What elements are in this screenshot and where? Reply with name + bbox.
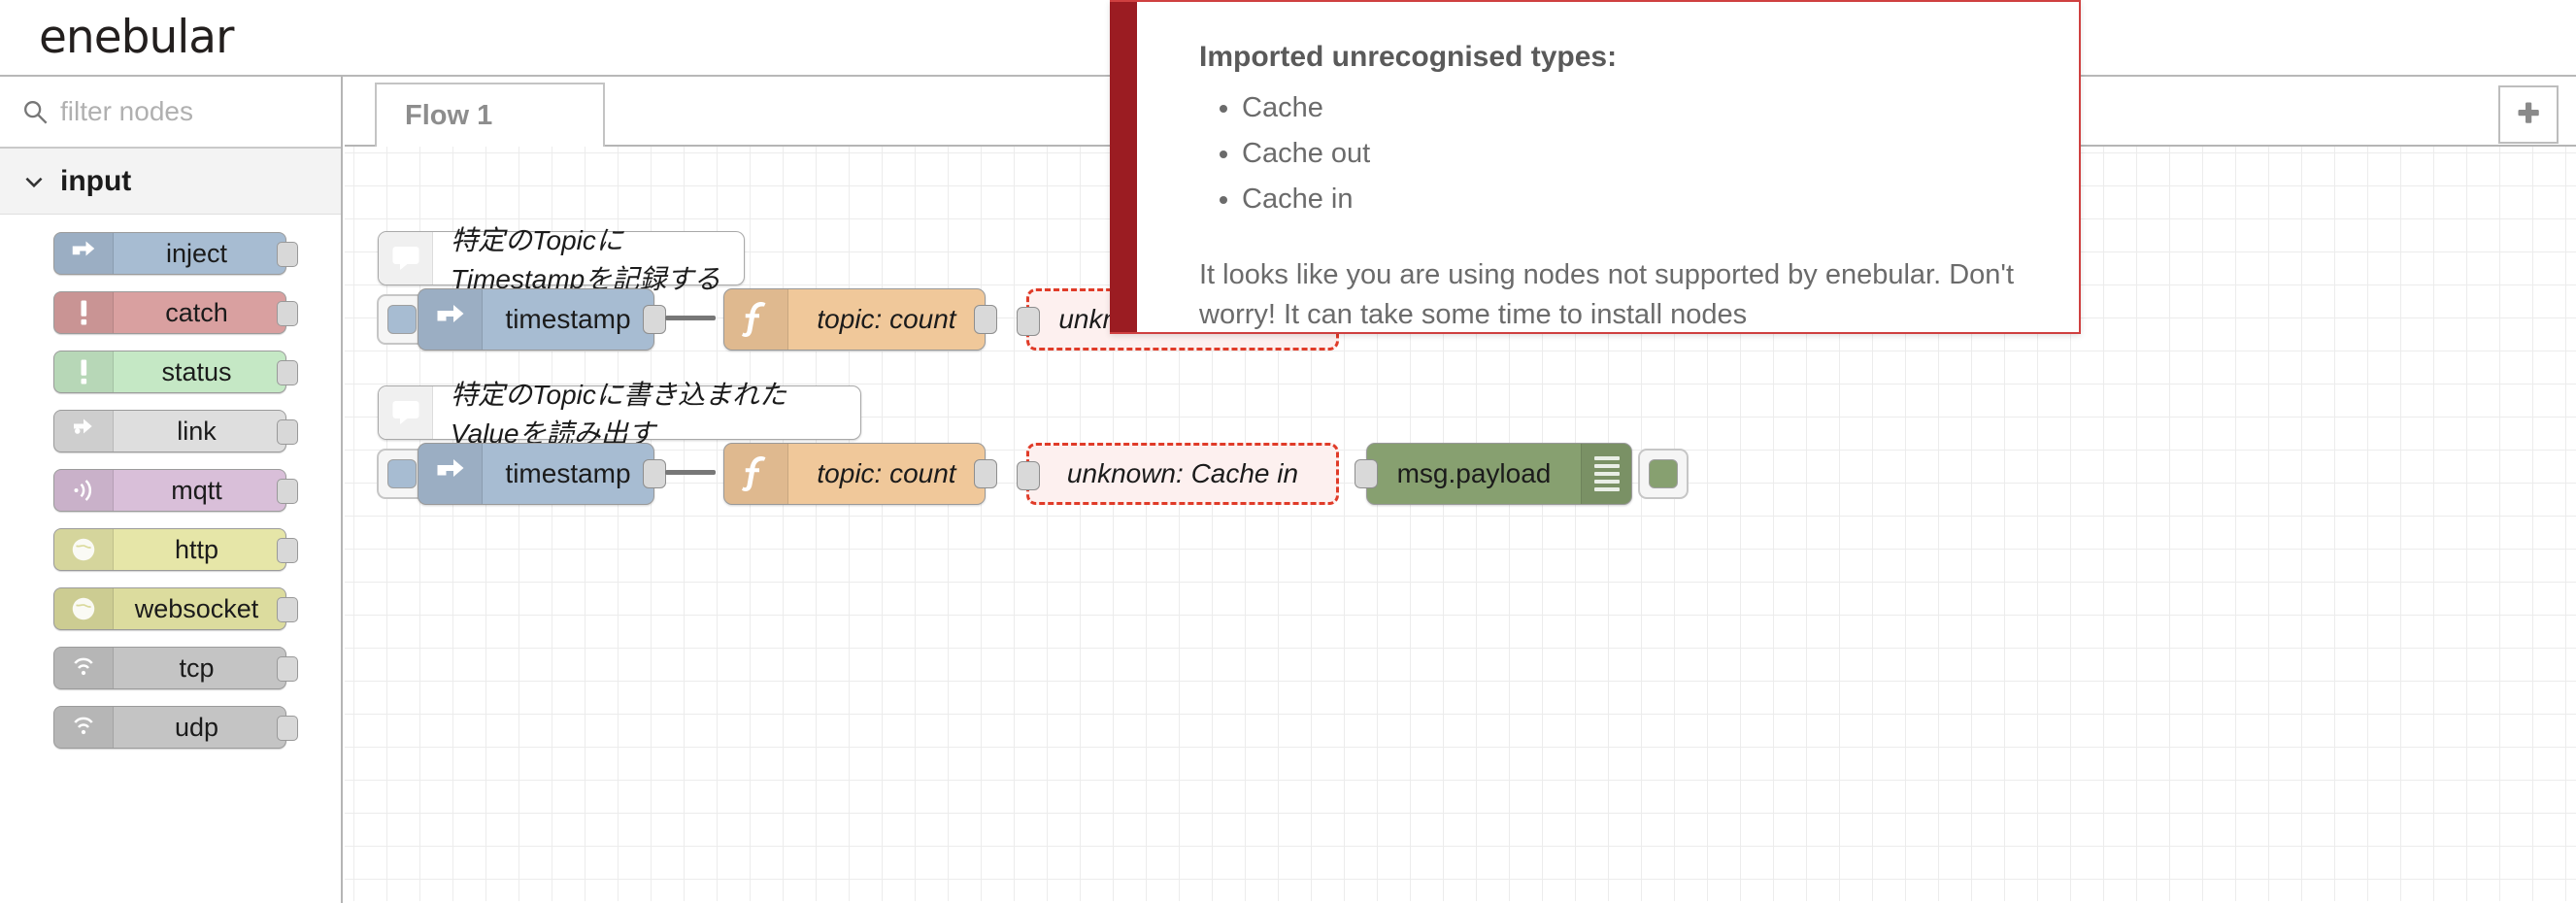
enebular-logo: enebular <box>39 11 234 64</box>
comment-node-2[interactable]: 特定のTopicに書き込まれたValueを読み出す <box>378 380 861 449</box>
notification-body: Imported unrecognised types: CacheCache … <box>1137 2 2079 332</box>
notification-item-list: CacheCache outCache in <box>1242 85 2034 222</box>
function-node-label: topic: count <box>817 458 956 488</box>
signal-dot-icon <box>54 648 114 688</box>
notification-title: Imported unrecognised types: <box>1199 41 1618 73</box>
palette-item-label: catch <box>165 297 228 327</box>
input-port[interactable] <box>1017 307 1040 336</box>
palette-item-label: link <box>177 416 217 446</box>
function-node-label: topic: count <box>817 304 956 334</box>
unknown-node-label: unknown: Cache in <box>1066 458 1299 488</box>
signal-dot-icon <box>54 707 114 748</box>
inject-button-inner <box>387 459 417 488</box>
wire-1 <box>665 316 716 320</box>
inject-node-1[interactable]: timestamp <box>418 288 666 351</box>
output-port[interactable] <box>277 360 298 385</box>
input-port[interactable] <box>1017 461 1040 490</box>
palette-item-http[interactable]: http <box>53 528 298 571</box>
search-icon <box>21 98 49 125</box>
app-root: enebular input inject catch status link mqtt… <box>0 0 2576 903</box>
function-node-1[interactable]: topic: count <box>723 288 997 351</box>
comment-icon <box>379 386 433 439</box>
inject-arrow-icon <box>418 289 483 350</box>
function-icon <box>724 289 788 350</box>
output-port[interactable] <box>974 459 997 488</box>
palette-item-label: status <box>161 356 232 386</box>
output-port[interactable] <box>277 597 298 622</box>
notification-list-item: Cache <box>1242 85 2034 131</box>
exclamation-icon <box>54 351 114 392</box>
output-port[interactable] <box>277 716 298 741</box>
notification-accent-bar <box>1110 2 1137 332</box>
palette-list: inject catch status link mqtt http websocket tc… <box>0 215 341 749</box>
debug-toggle-button[interactable] <box>1638 449 1689 499</box>
inject-node-label: timestamp <box>505 304 631 334</box>
comment-text: 特定のTopicにTimestampを記録する <box>451 225 721 294</box>
plus-icon <box>2514 98 2543 132</box>
palette-category-label: input <box>60 164 132 197</box>
exclamation-icon <box>54 292 114 333</box>
output-port[interactable] <box>277 479 298 504</box>
debug-node-label: msg.payload <box>1396 458 1552 488</box>
output-port[interactable] <box>277 419 298 445</box>
debug-lines-icon <box>1581 444 1631 504</box>
notification-panel[interactable]: Imported unrecognised types: CacheCache … <box>1110 0 2081 334</box>
debug-node[interactable]: msg.payload <box>1355 443 1632 505</box>
inject-arrow-icon <box>54 233 114 274</box>
output-port[interactable] <box>643 459 666 488</box>
palette-item-inject[interactable]: inject <box>53 232 298 275</box>
notification-list-item: Cache out <box>1242 131 2034 177</box>
palette-item-label: inject <box>165 238 228 268</box>
palette-item-label: udp <box>174 712 219 742</box>
notification-list-item: Cache in <box>1242 177 2034 222</box>
add-flow-tab-button[interactable] <box>2498 85 2559 144</box>
output-port[interactable] <box>277 538 298 563</box>
unknown-node-cache-in[interactable]: unknown: Cache in <box>1017 443 1339 505</box>
output-port[interactable] <box>643 305 666 334</box>
tab-flow-1[interactable]: Flow 1 <box>375 83 605 147</box>
notification-message: It looks like you are using nodes not su… <box>1199 258 2015 331</box>
globe-icon <box>54 588 114 629</box>
search-input[interactable] <box>60 96 303 127</box>
palette-category-input[interactable]: input <box>0 149 341 215</box>
inject-node-2[interactable]: timestamp <box>418 443 666 505</box>
comment-text: 特定のTopicに書き込まれたValueを読み出す <box>451 380 786 449</box>
function-node-2[interactable]: topic: count <box>723 443 997 505</box>
palette-item-mqtt[interactable]: mqtt <box>53 469 298 512</box>
output-port[interactable] <box>974 305 997 334</box>
output-port[interactable] <box>277 242 298 267</box>
link-arrow-icon <box>54 411 114 452</box>
palette-item-udp[interactable]: udp <box>53 706 298 749</box>
inject-node-label: timestamp <box>505 458 631 488</box>
inject-arrow-icon <box>418 444 483 504</box>
output-port[interactable] <box>277 301 298 326</box>
input-port[interactable] <box>1355 459 1378 488</box>
palette-item-label: mqtt <box>171 475 222 505</box>
palette-item-link[interactable]: link <box>53 410 298 452</box>
output-port[interactable] <box>277 656 298 682</box>
palette-item-tcp[interactable]: tcp <box>53 647 298 689</box>
palette-item-status[interactable]: status <box>53 351 298 393</box>
filter-nodes-row <box>0 77 341 149</box>
chevron-down-icon <box>21 169 47 194</box>
function-icon <box>724 444 788 504</box>
tab-label: Flow 1 <box>405 99 493 131</box>
inject-button-inner <box>387 305 417 334</box>
signal-waves-icon <box>54 470 114 511</box>
node-palette-sidebar: input inject catch status link mqtt http webso… <box>0 77 343 903</box>
palette-item-catch[interactable]: catch <box>53 291 298 334</box>
globe-icon <box>54 529 114 570</box>
debug-toggle-inner <box>1649 459 1678 488</box>
comment-icon <box>379 232 433 284</box>
palette-item-label: http <box>174 534 219 564</box>
wire-2 <box>665 470 716 475</box>
palette-item-websocket[interactable]: websocket <box>53 587 298 630</box>
comment-node-1[interactable]: 特定のTopicにTimestampを記録する <box>378 225 745 294</box>
palette-item-label: tcp <box>179 652 215 683</box>
palette-item-label: websocket <box>134 593 259 623</box>
